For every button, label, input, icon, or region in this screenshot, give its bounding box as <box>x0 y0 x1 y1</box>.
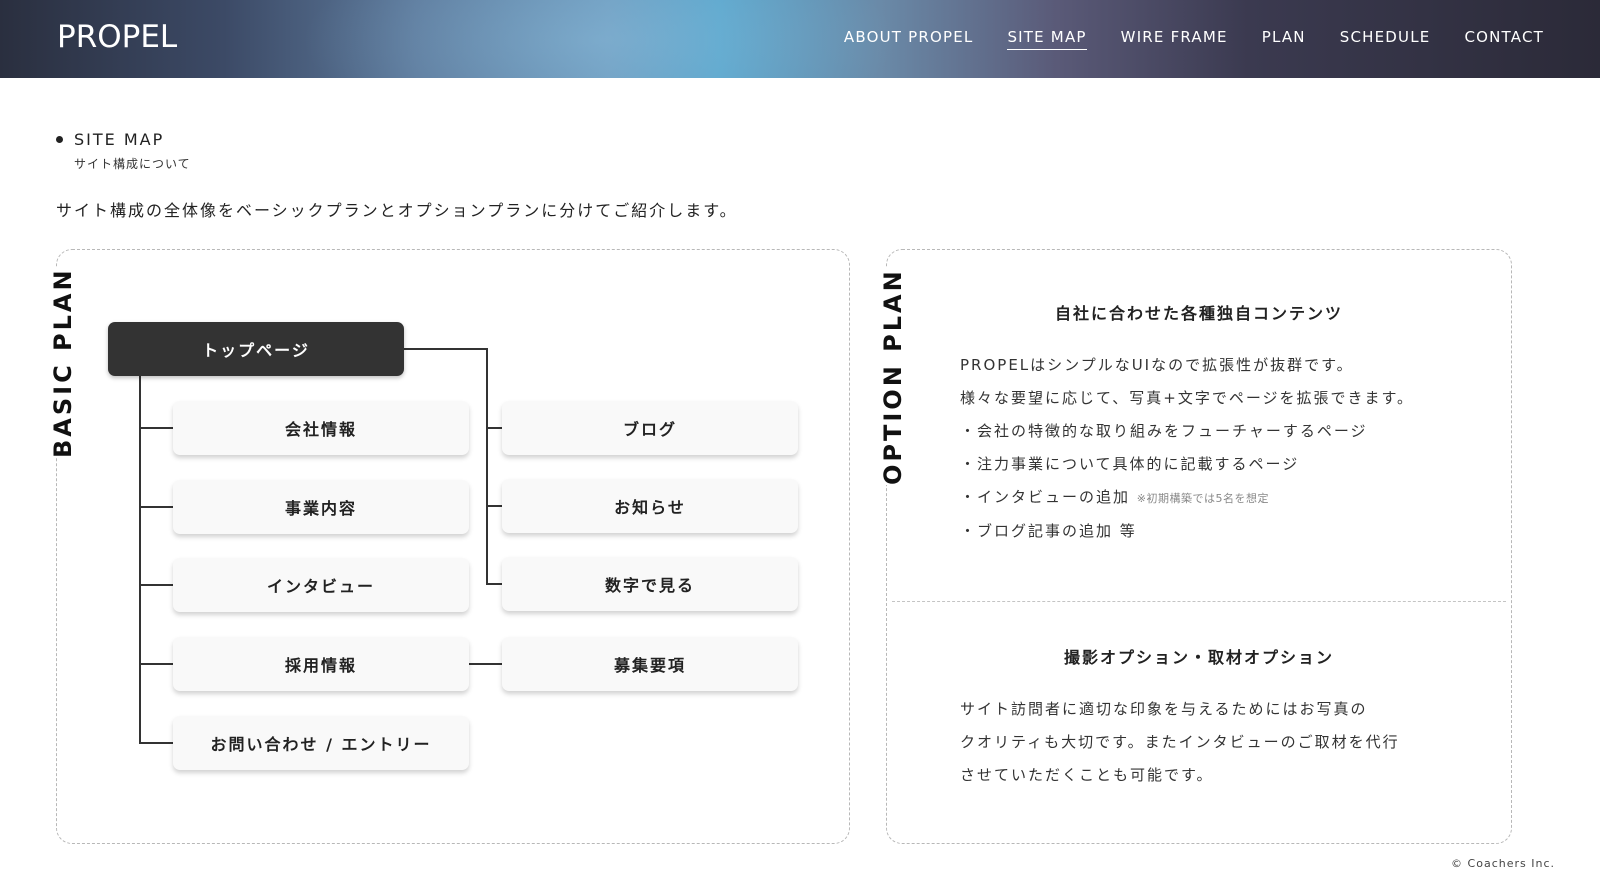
section-lead: サイト構成の全体像をベーシックプランとオプションプランに分けてご紹介します。 <box>56 201 738 220</box>
tree-line <box>139 375 141 743</box>
logo[interactable]: PROPEL <box>57 19 177 55</box>
tree-line <box>403 348 487 350</box>
tree-line <box>469 663 502 665</box>
option-line: PROPELはシンプルなUIなので拡張性が抜群です。 <box>960 356 1354 374</box>
sitemap-node-blog[interactable]: ブログ <box>502 401 798 455</box>
nav-plan[interactable]: PLAN <box>1262 28 1306 50</box>
option-line: させていただくことも可能です。 <box>960 766 1214 784</box>
nav-site-map[interactable]: SITE MAP <box>1007 28 1087 50</box>
tree-line <box>139 742 173 744</box>
tree-line <box>486 583 502 585</box>
bullet-dot-icon <box>56 136 63 143</box>
sitemap-node-business[interactable]: 事業内容 <box>173 480 469 534</box>
nav-contact[interactable]: CONTACT <box>1464 28 1544 50</box>
option-block1-title: 自社に合わせた各種独自コンテンツ <box>1054 304 1343 323</box>
option-line: ・インタビューの追加 ※初期構築では5名を想定 <box>960 488 1270 506</box>
option-line: 様々な要望に応じて、写真+文字でページを拡張できます。 <box>960 389 1415 407</box>
sitemap-node-numbers[interactable]: 数字で見る <box>502 557 798 611</box>
option-line: クオリティも大切です。またインタビューのご取材を代行 <box>960 733 1400 751</box>
section-subtitle: サイト構成について <box>74 157 191 171</box>
tree-line <box>139 584 173 586</box>
nav-wire-frame[interactable]: WIRE FRAME <box>1121 28 1228 50</box>
nav-schedule[interactable]: SCHEDULE <box>1340 28 1431 50</box>
option-block2-text: サイト訪問者に適切な印象を与えるためにはお写真の クオリティも大切です。またイン… <box>960 693 1400 792</box>
tree-line <box>486 348 488 584</box>
sitemap-node-company[interactable]: 会社情報 <box>173 401 469 455</box>
sitemap-node-news[interactable]: お知らせ <box>502 479 798 533</box>
sitemap-node-recruit[interactable]: 採用情報 <box>173 637 469 691</box>
copyright: © Coachers Inc. <box>1451 857 1555 870</box>
sitemap-node-top[interactable]: トップページ <box>108 322 404 376</box>
tree-line <box>486 427 502 429</box>
sitemap-node-interview[interactable]: インタビュー <box>173 558 469 612</box>
nav-about-propel[interactable]: ABOUT PROPEL <box>844 28 974 50</box>
sitemap-node-contact-entry[interactable]: お問い合わせ / エントリー <box>173 716 469 770</box>
option-note: ※初期構築では5名を想定 <box>1136 492 1270 505</box>
option-line: ・ブログ記事の追加 等 <box>960 522 1137 540</box>
site-header: PROPEL ABOUT PROPEL SITE MAP WIRE FRAME … <box>0 0 1600 78</box>
basic-plan-label: BASIC PLAN <box>43 267 83 458</box>
option-divider <box>892 601 1506 602</box>
section-heading: SITE MAP サイト構成について <box>56 130 191 172</box>
tree-line <box>139 663 173 665</box>
section-title: SITE MAP <box>74 130 165 149</box>
tree-line <box>486 505 502 507</box>
tree-line <box>139 427 173 429</box>
sitemap-node-requirements[interactable]: 募集要項 <box>502 637 798 691</box>
option-line: ・会社の特徴的な取り組みをフューチャーするページ <box>960 422 1368 440</box>
option-block1-text: PROPELはシンプルなUIなので拡張性が抜群です。 様々な要望に応じて、写真+… <box>960 349 1414 548</box>
option-block2-title: 撮影オプション・取材オプション <box>1063 648 1334 667</box>
option-line: サイト訪問者に適切な印象を与えるためにはお写真の <box>960 700 1368 718</box>
main-nav: ABOUT PROPEL SITE MAP WIRE FRAME PLAN SC… <box>810 28 1544 50</box>
tree-line <box>139 506 173 508</box>
option-line: ・注力事業について具体的に記載するページ <box>960 455 1300 473</box>
